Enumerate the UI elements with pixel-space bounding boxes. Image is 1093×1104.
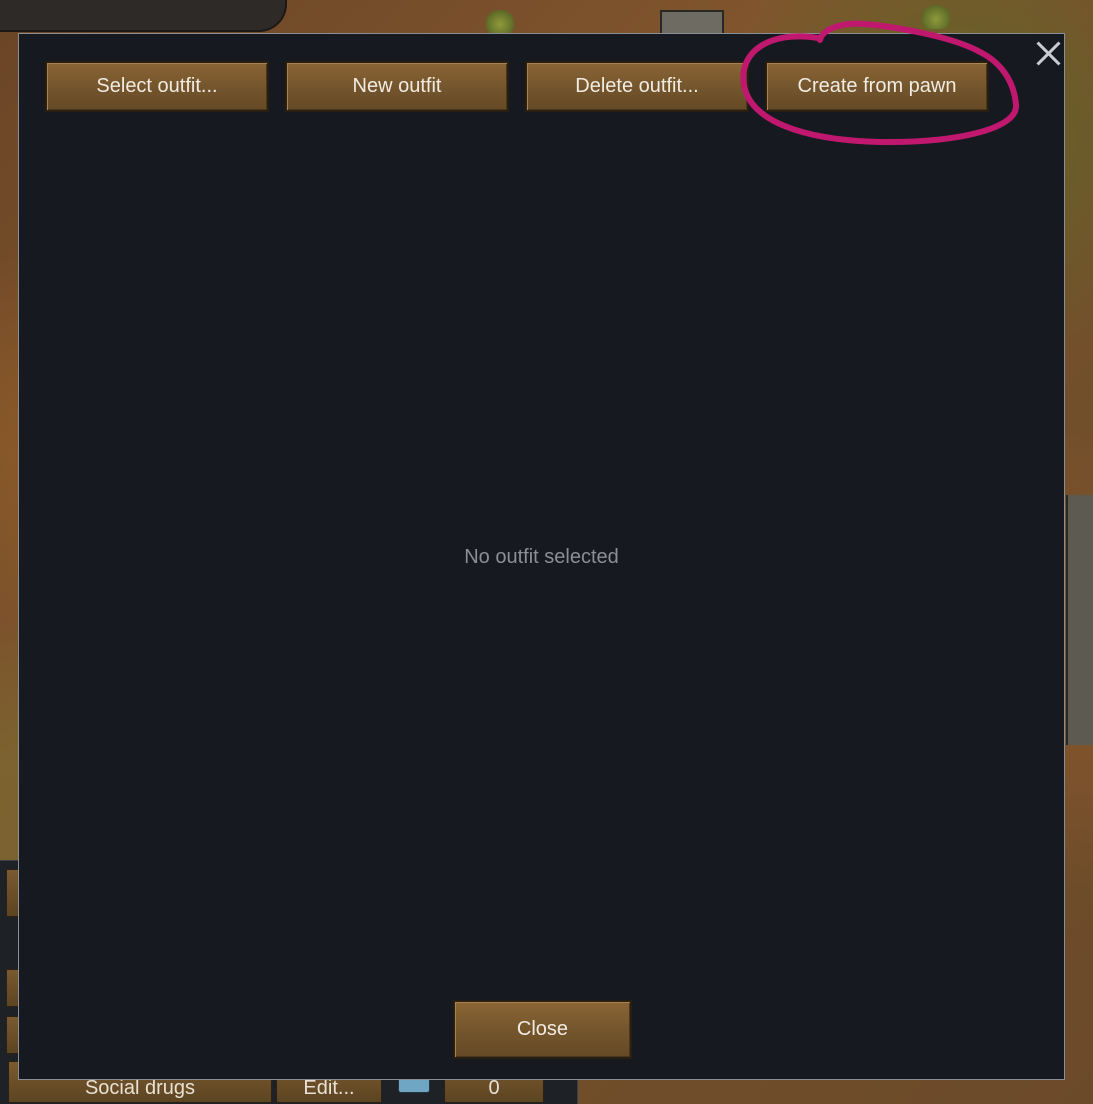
select-outfit-button[interactable]: Select outfit... — [45, 61, 269, 112]
no-outfit-message: No outfit selected — [464, 546, 619, 568]
close-icon[interactable] — [1035, 40, 1061, 66]
manage-outfits-dialog: Select outfit... New outfit Delete outfi… — [18, 33, 1065, 1080]
map-bush — [922, 5, 950, 29]
map-wall — [1066, 495, 1093, 745]
delete-outfit-button[interactable]: Delete outfit... — [525, 61, 749, 112]
map-rock-terrain — [0, 0, 287, 32]
new-outfit-button[interactable]: New outfit — [285, 61, 509, 112]
map-bush — [486, 10, 514, 34]
close-button[interactable]: Close — [453, 1000, 632, 1059]
create-from-pawn-button[interactable]: Create from pawn — [765, 61, 989, 112]
